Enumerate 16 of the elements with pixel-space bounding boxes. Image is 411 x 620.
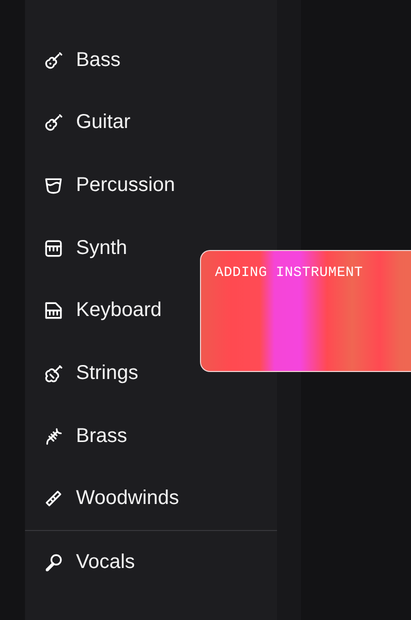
microphone-icon bbox=[44, 553, 63, 572]
guitar-icon bbox=[44, 113, 63, 132]
menu-item[interactable]: Keyboard bbox=[25, 279, 277, 342]
menu-item[interactable]: Vocals bbox=[25, 531, 277, 594]
flute-icon bbox=[44, 489, 63, 508]
menu-item[interactable]: Guitar bbox=[25, 91, 277, 154]
bucket-drum-icon bbox=[44, 176, 63, 195]
guitar-icon bbox=[44, 50, 63, 70]
menu-item[interactable]: Brass bbox=[25, 404, 277, 468]
menu-item[interactable]: Woodwinds bbox=[25, 468, 277, 530]
menu-item[interactable]: Percussion bbox=[25, 154, 277, 217]
keyboard-icon bbox=[44, 301, 63, 320]
menu-item[interactable]: Bass bbox=[25, 28, 277, 92]
synth-icon bbox=[44, 238, 63, 258]
menu-item[interactable]: Strings bbox=[25, 342, 277, 405]
violin-icon bbox=[44, 364, 63, 383]
